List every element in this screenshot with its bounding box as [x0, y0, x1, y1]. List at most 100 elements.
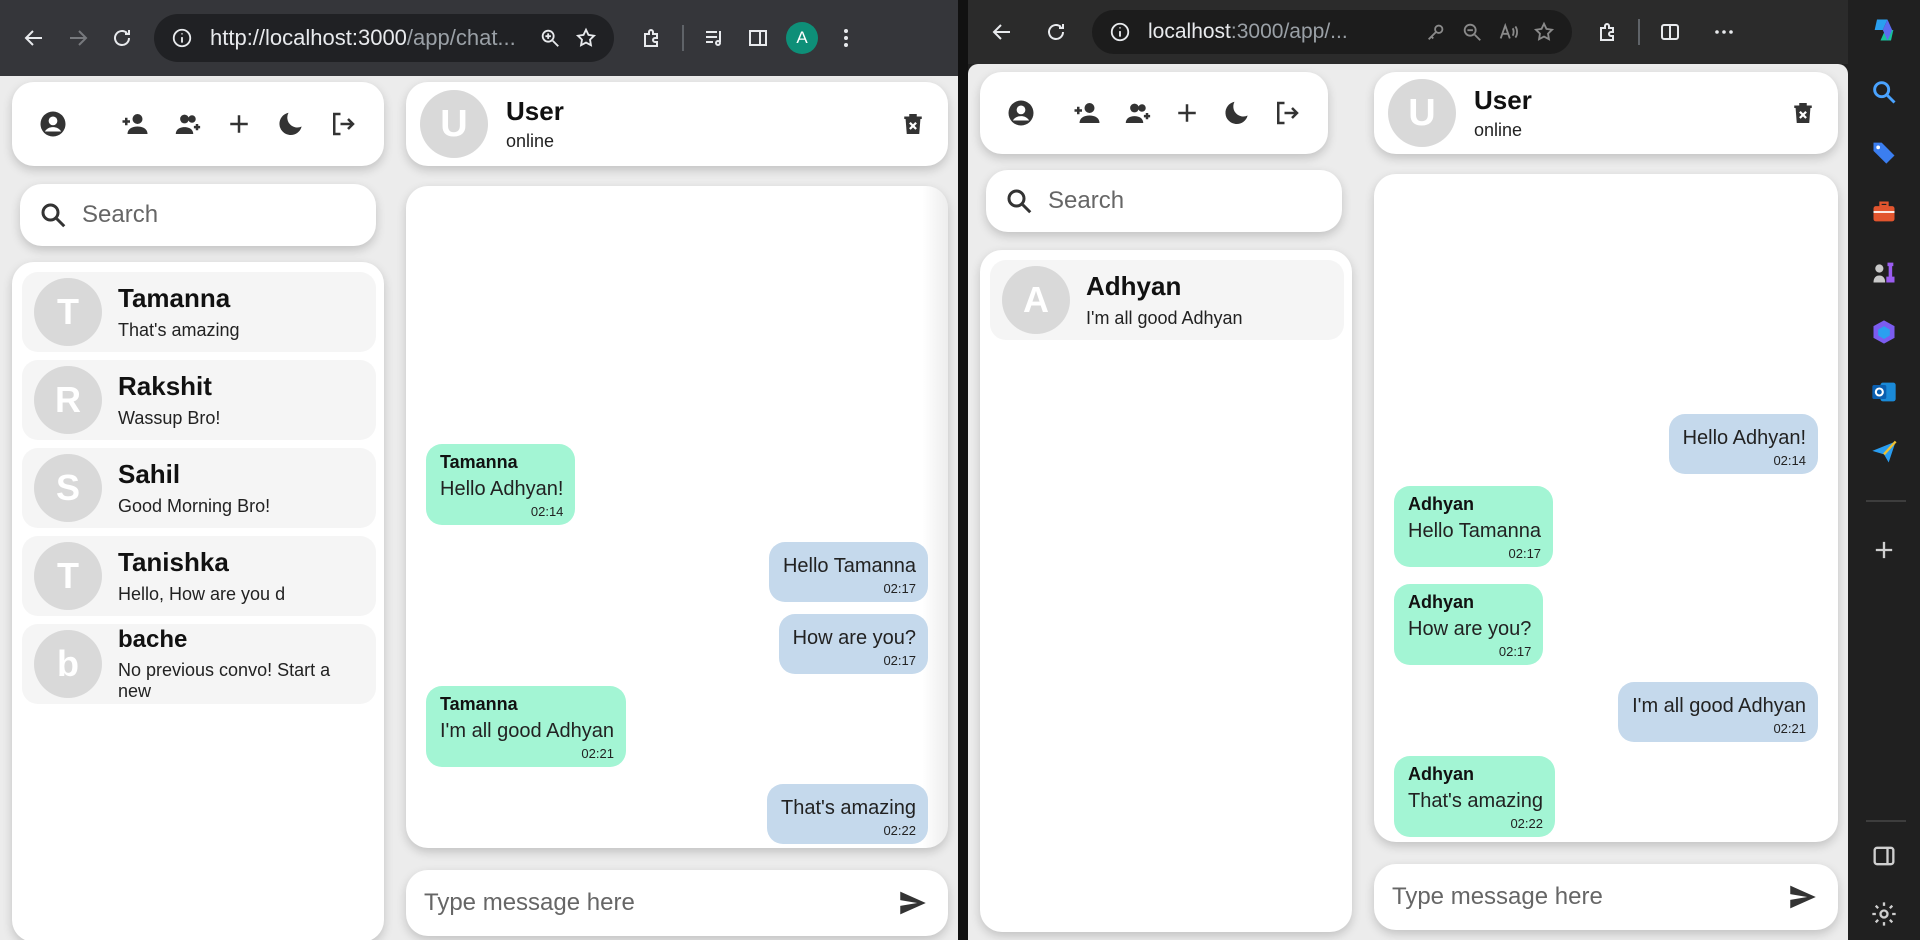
- back-arrow-icon[interactable]: [980, 10, 1024, 54]
- split-screen-icon[interactable]: [1648, 10, 1692, 54]
- site-info-icon[interactable]: [164, 20, 200, 56]
- contact-avatar: b: [34, 630, 102, 698]
- message-area: Tamanna Hello Adhyan! 02:14 Hello Tamann…: [406, 186, 948, 848]
- toolbar-separator: [1638, 19, 1640, 45]
- more-options-icon[interactable]: [1702, 10, 1746, 54]
- send-icon[interactable]: [896, 886, 930, 920]
- new-chat-plus-icon[interactable]: [1166, 92, 1208, 134]
- address-bar[interactable]: localhost:3000/app/...: [1092, 10, 1572, 54]
- delete-chat-icon[interactable]: [1782, 92, 1824, 134]
- search-placeholder: Search: [82, 201, 159, 228]
- password-key-icon[interactable]: [1418, 14, 1454, 50]
- copilot-icon[interactable]: [1864, 10, 1904, 50]
- app-action-bar: [980, 72, 1328, 154]
- favorite-star-icon[interactable]: [1526, 14, 1562, 50]
- message-text: I'm all good Adhyan: [1632, 695, 1806, 717]
- tools-briefcase-icon[interactable]: [1864, 192, 1904, 232]
- microsoft-365-icon[interactable]: [1864, 312, 1904, 352]
- url-path: :3000/app/...: [1230, 20, 1348, 43]
- page-viewport: U User online Search T Tamanna That's ama…: [0, 76, 958, 940]
- site-info-icon[interactable]: [1102, 14, 1138, 50]
- search-bar[interactable]: Search: [986, 170, 1342, 232]
- contact-item[interactable]: T Tamanna That's amazing: [22, 272, 376, 352]
- reload-icon[interactable]: [1034, 10, 1078, 54]
- menu-kebab-icon[interactable]: [824, 16, 868, 60]
- profile-icon[interactable]: [32, 103, 74, 145]
- chat-header-info: User online: [1474, 85, 1782, 141]
- address-bar[interactable]: http://localhost:3000/app/chat...: [154, 14, 614, 62]
- contact-item[interactable]: A Adhyan I'm all good Adhyan: [990, 260, 1344, 340]
- extensions-icon[interactable]: [1586, 10, 1630, 54]
- back-arrow-icon[interactable]: [12, 16, 56, 60]
- games-chess-icon[interactable]: [1864, 252, 1904, 292]
- new-chat-plus-icon[interactable]: [218, 103, 260, 145]
- contact-name: Adhyan: [1086, 271, 1182, 301]
- bookmark-star-icon[interactable]: [568, 20, 604, 56]
- add-plus-icon[interactable]: [1864, 530, 1904, 570]
- add-group-icon[interactable]: [166, 103, 208, 145]
- search-bar[interactable]: Search: [20, 184, 376, 246]
- chat-avatar: U: [1388, 79, 1456, 147]
- message-bubble-received: Adhyan That's amazing 02:22: [1394, 756, 1555, 837]
- message-bubble-received: Adhyan How are you? 02:17: [1394, 584, 1544, 665]
- message-bubble-sent: Hello Adhyan! 02:14: [1668, 414, 1818, 474]
- chat-header: U User online: [406, 82, 948, 166]
- contact-avatar: T: [34, 278, 102, 346]
- message-composer[interactable]: Type message here: [406, 870, 948, 936]
- add-user-icon[interactable]: [1066, 92, 1108, 134]
- send-icon[interactable]: [1786, 880, 1820, 914]
- message-sender: Adhyan: [1408, 494, 1475, 514]
- side-panel-icon[interactable]: [736, 16, 780, 60]
- url-text[interactable]: localhost:3000/app/...: [1148, 20, 1418, 44]
- scroll-shadow: [922, 186, 948, 848]
- zoom-icon[interactable]: [532, 20, 568, 56]
- browser-window-left: http://localhost:3000/app/chat... A U Us…: [0, 0, 958, 940]
- profile-icon[interactable]: [1000, 92, 1042, 134]
- logout-icon[interactable]: [322, 103, 364, 145]
- dark-mode-moon-icon[interactable]: [1216, 92, 1258, 134]
- contact-item[interactable]: T Tanishka Hello, How are you d: [22, 536, 376, 616]
- delete-chat-icon[interactable]: [892, 103, 934, 145]
- dark-mode-moon-icon[interactable]: [270, 103, 312, 145]
- outlook-icon[interactable]: [1864, 372, 1904, 412]
- add-user-icon[interactable]: [114, 103, 156, 145]
- shopping-tag-icon[interactable]: [1864, 132, 1904, 172]
- reload-icon[interactable]: [100, 16, 144, 60]
- url-text[interactable]: http://localhost:3000/app/chat...: [210, 25, 532, 51]
- message-time: 02:17: [883, 581, 916, 596]
- media-control-icon[interactable]: [692, 16, 736, 60]
- contact-last-message: No previous convo! Start a new: [118, 660, 331, 701]
- window-divider: [958, 0, 968, 940]
- contact-item[interactable]: b bache No previous convo! Start a new: [22, 624, 376, 704]
- browser-sidebar: [1848, 0, 1920, 940]
- contact-item[interactable]: S Sahil Good Morning Bro!: [22, 448, 376, 528]
- hide-sidebar-icon[interactable]: [1864, 836, 1904, 876]
- browser-toolbar: localhost:3000/app/...: [968, 0, 1920, 64]
- message-text: I'm all good Adhyan: [440, 720, 614, 742]
- forward-arrow-icon[interactable]: [56, 16, 100, 60]
- chat-header-info: User online: [506, 96, 892, 152]
- message-sender: Adhyan: [1408, 592, 1475, 612]
- message-bubble-sent: How are you? 02:17: [778, 614, 928, 674]
- read-aloud-icon[interactable]: [1490, 14, 1526, 50]
- message-time: 02:21: [1773, 721, 1806, 736]
- message-text: How are you?: [792, 627, 916, 649]
- contact-last-message: That's amazing: [118, 320, 240, 340]
- send-paper-plane-icon[interactable]: [1864, 432, 1904, 472]
- contact-item[interactable]: R Rakshit Wassup Bro!: [22, 360, 376, 440]
- logout-icon[interactable]: [1266, 92, 1308, 134]
- extensions-icon[interactable]: [630, 16, 674, 60]
- profile-avatar[interactable]: A: [780, 16, 824, 60]
- message-composer[interactable]: Type message here: [1374, 864, 1838, 930]
- zoom-out-icon[interactable]: [1454, 14, 1490, 50]
- page-viewport: U User online Search A Adhyan I'm all goo…: [968, 64, 1848, 940]
- message-text: Hello Tamanna: [1408, 520, 1542, 542]
- settings-gear-icon[interactable]: [1864, 894, 1904, 934]
- contact-name: bache: [118, 626, 188, 653]
- contact-list: T Tamanna That's amazing R Rakshit Wassup …: [12, 262, 384, 940]
- contact-name: Tamanna: [118, 283, 231, 313]
- message-area: Hello Adhyan! 02:14 Adhyan Hello Tamanna…: [1374, 174, 1838, 842]
- contact-last-message: I'm all good Adhyan: [1086, 308, 1243, 328]
- add-group-icon[interactable]: [1116, 92, 1158, 134]
- search-icon[interactable]: [1864, 72, 1904, 112]
